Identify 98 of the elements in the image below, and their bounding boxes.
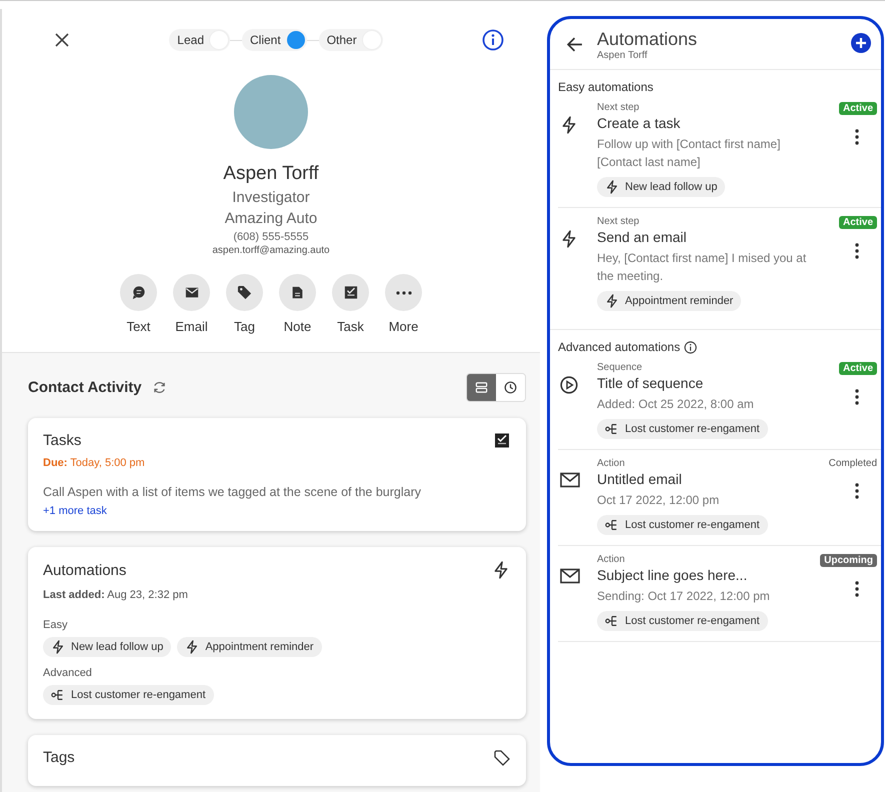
item-caption: Action bbox=[597, 554, 626, 565]
list-icon bbox=[475, 381, 488, 394]
email-button[interactable] bbox=[173, 274, 210, 311]
info-icon[interactable] bbox=[482, 29, 504, 51]
status-badge: Upcoming bbox=[820, 554, 877, 567]
item-caption: Next step bbox=[597, 102, 640, 113]
clock-icon bbox=[504, 381, 517, 394]
item-title: Send an email bbox=[597, 229, 688, 245]
item-detail: Sending: Oct 17 2022, 12:00 pm bbox=[597, 588, 771, 605]
more-options-icon[interactable] bbox=[855, 581, 859, 597]
item-detail: Hey, [Contact first name] I mised you at the meeting. bbox=[597, 250, 807, 285]
last-added-date: Last added: Aug 23, 2:32 pm bbox=[43, 589, 189, 601]
item-caption: Action bbox=[597, 458, 626, 469]
action-label: Tag bbox=[234, 319, 255, 334]
checklist-icon bbox=[494, 432, 510, 449]
contact-name: Aspen Torff bbox=[223, 163, 319, 185]
checklist-icon bbox=[344, 285, 358, 300]
lightning-icon bbox=[51, 640, 65, 654]
contact-type-toggle[interactable]: Lead bbox=[169, 29, 230, 51]
more-options-icon[interactable] bbox=[855, 483, 859, 499]
item-title: Create a task bbox=[597, 115, 682, 131]
automation-chip[interactable]: New lead follow up bbox=[43, 637, 172, 657]
automation-chip[interactable]: Lost customer re-engament bbox=[597, 515, 768, 535]
more-options-icon[interactable] bbox=[855, 129, 859, 145]
text-button[interactable] bbox=[120, 274, 157, 311]
section-title: Contact Activity bbox=[28, 379, 142, 396]
flow-icon bbox=[605, 518, 619, 532]
lightning-icon bbox=[560, 230, 578, 248]
more-options-icon[interactable] bbox=[855, 389, 859, 405]
automation-chip[interactable]: New lead follow up bbox=[597, 177, 726, 197]
card-title: Tasks bbox=[43, 432, 82, 449]
envelope-icon bbox=[560, 472, 580, 488]
due-date: Due: Today, 5:00 pm bbox=[43, 457, 146, 469]
lightning-icon bbox=[605, 180, 619, 194]
action-label: Text bbox=[126, 319, 150, 334]
company-name: Amazing Auto bbox=[224, 210, 318, 227]
status-badge: Active bbox=[838, 102, 877, 115]
automation-chip[interactable]: Appointment reminder bbox=[597, 291, 742, 311]
lightning-icon bbox=[185, 640, 200, 654]
flow-icon bbox=[51, 688, 65, 702]
lightning-icon bbox=[492, 561, 510, 579]
action-label: Task bbox=[337, 319, 364, 334]
item-title: Untitled email bbox=[597, 471, 683, 487]
info-icon[interactable] bbox=[684, 340, 698, 354]
flow-icon bbox=[605, 422, 619, 436]
document-icon bbox=[291, 285, 304, 300]
item-title: Subject line goes here... bbox=[597, 567, 748, 583]
group-label: Advanced bbox=[43, 667, 93, 679]
automation-chip[interactable]: Lost customer re-engament bbox=[597, 419, 768, 439]
tag-icon bbox=[494, 750, 510, 766]
add-icon[interactable] bbox=[851, 33, 871, 53]
close-icon[interactable] bbox=[54, 32, 70, 48]
envelope-icon bbox=[560, 568, 580, 584]
group-label: Easy bbox=[43, 619, 68, 631]
history-view-button[interactable] bbox=[496, 374, 525, 401]
panel-title: Automations bbox=[597, 29, 698, 50]
more-options-icon[interactable] bbox=[855, 243, 859, 259]
automation-chip[interactable]: Lost customer re-engament bbox=[597, 611, 768, 631]
list-view-button[interactable] bbox=[467, 374, 496, 401]
email-address: aspen.torff@amazing.auto bbox=[212, 245, 330, 256]
refresh-icon[interactable] bbox=[152, 380, 167, 395]
automation-chip[interactable]: Appointment reminder bbox=[177, 637, 322, 657]
status-badge: Active bbox=[838, 216, 877, 229]
envelope-icon bbox=[184, 286, 200, 300]
item-title: Title of sequence bbox=[597, 375, 704, 391]
action-label: More bbox=[388, 319, 418, 334]
automation-chip[interactable]: Lost customer re-engament bbox=[43, 685, 214, 705]
status-badge: Active bbox=[838, 362, 877, 375]
task-button[interactable] bbox=[332, 274, 369, 311]
item-detail: Added: Oct 25 2022, 8:00 am bbox=[597, 396, 755, 413]
item-caption: Sequence bbox=[597, 362, 644, 373]
status-label: Completed bbox=[828, 458, 877, 469]
item-caption: Next step bbox=[597, 216, 640, 227]
item-detail: Oct 17 2022, 12:00 pm bbox=[597, 492, 720, 509]
card-title: Automations bbox=[43, 562, 126, 578]
more-tasks-link[interactable]: +1 more task bbox=[43, 505, 107, 517]
lightning-icon bbox=[605, 294, 619, 308]
chat-bubble-icon bbox=[131, 285, 146, 300]
panel-subtitle: Aspen Torff bbox=[597, 50, 648, 61]
play-circle-icon bbox=[560, 376, 578, 394]
lightning-icon bbox=[560, 116, 578, 134]
note-button[interactable] bbox=[279, 274, 316, 311]
phone-number: (608) 555-5555 bbox=[233, 231, 309, 243]
back-arrow-icon[interactable] bbox=[566, 36, 583, 53]
item-detail: Follow up with [Contact first name] [Contact last name] bbox=[597, 136, 782, 171]
task-description: Call Aspen with a list of items we tagged at the scene of the burglary bbox=[43, 485, 422, 499]
tag-button[interactable] bbox=[226, 274, 263, 311]
card-title: Tags bbox=[43, 749, 75, 766]
more-icon bbox=[396, 290, 412, 294]
tag-icon bbox=[237, 285, 252, 300]
flow-icon bbox=[605, 614, 619, 628]
section-heading: Advanced automations bbox=[558, 340, 680, 354]
action-label: Note bbox=[284, 319, 312, 334]
action-label: Email bbox=[175, 319, 208, 334]
contact-type-toggle[interactable]: Client bbox=[242, 29, 307, 51]
contact-title: Investigator bbox=[232, 189, 310, 206]
section-heading: Easy automations bbox=[558, 80, 654, 94]
contact-type-toggle[interactable]: Other bbox=[318, 29, 383, 51]
